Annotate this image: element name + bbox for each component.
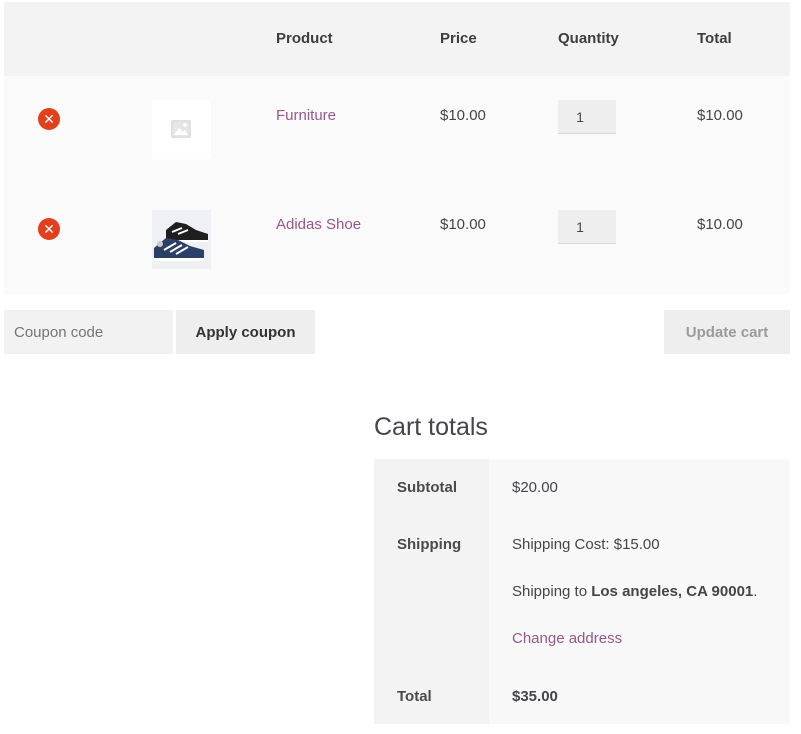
header-price: Price xyxy=(440,30,477,47)
cart-table: Product Price Quantity Total ✕ Furniture… xyxy=(4,2,790,294)
cart-totals-table: Subtotal $20.00 Shipping Shipping Cost: … xyxy=(374,459,790,724)
product-link[interactable]: Adidas Shoe xyxy=(276,216,361,233)
total-label: Total xyxy=(397,688,432,705)
header-quantity: Quantity xyxy=(558,30,619,47)
quantity-input[interactable] xyxy=(558,100,616,134)
remove-item-icon[interactable]: ✕ xyxy=(38,108,60,130)
update-cart-button[interactable]: Update cart xyxy=(664,310,790,354)
product-link[interactable]: Furniture xyxy=(276,107,336,124)
line-total: $10.00 xyxy=(697,107,743,124)
quantity-input[interactable] xyxy=(558,210,616,244)
remove-item-icon[interactable]: ✕ xyxy=(38,218,60,240)
total-value: $35.00 xyxy=(512,688,558,705)
shipping-label: Shipping xyxy=(397,536,462,553)
subtotal-label: Subtotal xyxy=(397,479,457,496)
shipping-address: Los angeles, CA 90001 xyxy=(591,583,754,600)
cart-totals-title: Cart totals xyxy=(374,413,488,441)
table-header: Product Price Quantity Total xyxy=(4,2,790,76)
subtotal-value: $20.00 xyxy=(512,479,558,496)
table-row: ✕ Furniture $10.00 $10.00 xyxy=(4,76,790,186)
table-row: ✕ Adidas Shoe $10.00 $10.00 xyxy=(4,184,790,294)
shipping-cost: Shipping Cost: $15.00 xyxy=(512,536,660,553)
shipping-destination: Shipping to Los angeles, CA 90001. xyxy=(512,583,758,600)
coupon-code-input[interactable] xyxy=(4,310,173,354)
header-total: Total xyxy=(697,30,732,47)
shoe-image xyxy=(152,210,211,269)
product-price: $10.00 xyxy=(440,107,486,124)
header-product: Product xyxy=(276,30,333,47)
product-price: $10.00 xyxy=(440,216,486,233)
change-address-link[interactable]: Change address xyxy=(512,630,622,647)
placeholder-image-icon xyxy=(152,100,211,159)
line-total: $10.00 xyxy=(697,216,743,233)
apply-coupon-button[interactable]: Apply coupon xyxy=(176,310,315,354)
